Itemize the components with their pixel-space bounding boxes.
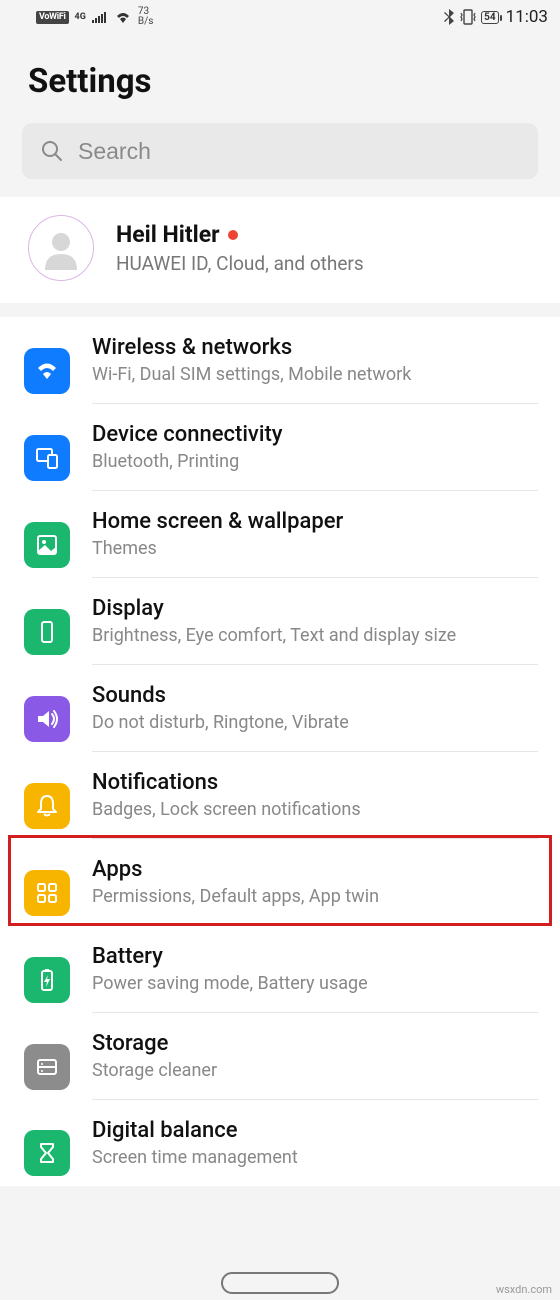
- item-body: Home screen & wallpaper Themes: [92, 509, 538, 578]
- battery-icon: 54: [481, 11, 498, 24]
- item-title: Digital balance: [92, 1118, 538, 1143]
- storage-icon: [24, 1044, 70, 1090]
- settings-item-storage[interactable]: Storage Storage cleaner: [0, 1013, 560, 1100]
- clock-time: 11:03: [506, 7, 548, 27]
- settings-item-wallpaper[interactable]: Home screen & wallpaper Themes: [0, 491, 560, 578]
- item-body: Storage Storage cleaner: [92, 1031, 538, 1100]
- wifi-status-icon: [114, 10, 132, 24]
- status-right: 54 11:03: [444, 7, 548, 27]
- bluetooth-icon: [444, 9, 455, 25]
- settings-item-bell[interactable]: Notifications Badges, Lock screen notific…: [0, 752, 560, 839]
- watermark: wsxdn.com: [496, 1283, 552, 1296]
- item-subtitle: Themes: [92, 538, 538, 559]
- settings-item-wifi[interactable]: Wireless & networks Wi-Fi, Dual SIM setti…: [0, 317, 560, 404]
- item-title: Notifications: [92, 770, 538, 795]
- item-subtitle: Storage cleaner: [92, 1060, 538, 1081]
- search-bar[interactable]: [22, 123, 538, 179]
- apps-icon: [24, 870, 70, 916]
- settings-list: Wireless & networks Wi-Fi, Dual SIM setti…: [0, 317, 560, 1186]
- devconn-icon: [24, 435, 70, 481]
- item-title: Display: [92, 596, 538, 621]
- search-icon: [40, 139, 64, 163]
- item-subtitle: Permissions, Default apps, App twin: [92, 886, 538, 907]
- search-container: [0, 123, 560, 193]
- item-body: Battery Power saving mode, Battery usage: [92, 944, 538, 1013]
- item-title: Apps: [92, 857, 538, 882]
- settings-item-devconn[interactable]: Device connectivity Bluetooth, Printing: [0, 404, 560, 491]
- account-text: Heil Hitler HUAWEI ID, Cloud, and others: [116, 221, 538, 275]
- signal-bars-icon: [92, 11, 108, 23]
- item-body: Display Brightness, Eye comfort, Text and…: [92, 596, 538, 665]
- item-title: Sounds: [92, 683, 538, 708]
- item-subtitle: Badges, Lock screen notifications: [92, 799, 538, 820]
- item-title: Battery: [92, 944, 538, 969]
- item-subtitle: Do not disturb, Ringtone, Vibrate: [92, 712, 538, 733]
- item-title: Wireless & networks: [92, 335, 538, 360]
- status-bar: VoWiFi 4G 73 B/s 54 11:03: [0, 0, 560, 32]
- item-subtitle: Wi-Fi, Dual SIM settings, Mobile network: [92, 364, 538, 385]
- item-title: Storage: [92, 1031, 538, 1056]
- notification-dot-icon: [228, 230, 238, 240]
- vowifi-badge: VoWiFi: [36, 11, 69, 24]
- account-name: Heil Hitler: [116, 221, 220, 248]
- settings-item-hourglass[interactable]: Digital balance Screen time management: [0, 1100, 560, 1186]
- item-body: Sounds Do not disturb, Ringtone, Vibrate: [92, 683, 538, 752]
- bell-icon: [24, 783, 70, 829]
- sounds-icon: [24, 696, 70, 742]
- settings-item-apps[interactable]: Apps Permissions, Default apps, App twin: [0, 839, 560, 926]
- status-left: VoWiFi 4G 73 B/s: [36, 7, 153, 27]
- avatar: [28, 215, 94, 281]
- item-body: Digital balance Screen time management: [92, 1118, 538, 1186]
- nav-home-pill[interactable]: [221, 1272, 339, 1294]
- item-body: Device connectivity Bluetooth, Printing: [92, 422, 538, 491]
- hourglass-icon: [24, 1130, 70, 1176]
- item-title: Device connectivity: [92, 422, 538, 447]
- data-speed: 73 B/s: [138, 7, 154, 27]
- wifi-icon: [24, 348, 70, 394]
- settings-item-display[interactable]: Display Brightness, Eye comfort, Text and…: [0, 578, 560, 665]
- page-title: Settings: [0, 32, 560, 123]
- wallpaper-icon: [24, 522, 70, 568]
- battery-icon: [24, 957, 70, 1003]
- item-subtitle: Bluetooth, Printing: [92, 451, 538, 472]
- account-subtitle: HUAWEI ID, Cloud, and others: [116, 252, 538, 275]
- item-body: Apps Permissions, Default apps, App twin: [92, 857, 538, 926]
- item-body: Notifications Badges, Lock screen notific…: [92, 770, 538, 839]
- item-subtitle: Brightness, Eye comfort, Text and displa…: [92, 625, 538, 646]
- account-row[interactable]: Heil Hitler HUAWEI ID, Cloud, and others: [0, 197, 560, 303]
- item-subtitle: Screen time management: [92, 1147, 538, 1168]
- network-4g-label: 4G: [75, 13, 86, 22]
- item-title: Home screen & wallpaper: [92, 509, 538, 534]
- display-icon: [24, 609, 70, 655]
- vibrate-icon: [459, 9, 477, 25]
- settings-item-battery[interactable]: Battery Power saving mode, Battery usage: [0, 926, 560, 1013]
- search-input[interactable]: [78, 138, 520, 165]
- item-subtitle: Power saving mode, Battery usage: [92, 973, 538, 994]
- settings-item-sounds[interactable]: Sounds Do not disturb, Ringtone, Vibrate: [0, 665, 560, 752]
- item-body: Wireless & networks Wi-Fi, Dual SIM setti…: [92, 335, 538, 404]
